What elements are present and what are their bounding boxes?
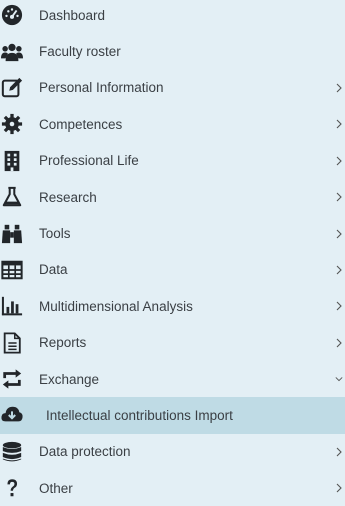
menu-item-label: Data protection	[39, 444, 131, 460]
chevron-right-icon	[335, 336, 343, 350]
menu-item-label: Professional Life	[39, 153, 139, 169]
menu-item-competences[interactable]: Competences	[0, 106, 345, 142]
menu-item-label: Personal Information	[39, 80, 164, 96]
menu-item-label: Dashboard	[39, 7, 106, 23]
database-icon	[0, 440, 24, 464]
chevron-right-icon	[335, 81, 343, 95]
menu-item-personal-information[interactable]: Personal Information	[0, 70, 345, 106]
menu-item-research[interactable]: Research	[0, 179, 345, 215]
menu-item-label: Faculty roster	[39, 44, 121, 60]
menu-item-label: Data	[39, 262, 68, 278]
flask-icon	[0, 185, 24, 209]
menu-item-dashboard[interactable]: Dashboard	[0, 0, 345, 33]
menu-item-exchange[interactable]: Exchange	[0, 361, 345, 397]
cloud-download-icon	[0, 403, 24, 427]
chevron-right-icon	[335, 299, 343, 313]
menu-item-reports[interactable]: Reports	[0, 325, 345, 361]
bar-chart-icon	[0, 294, 24, 318]
menu-item-multidimensional-analysis[interactable]: Multidimensional Analysis	[0, 288, 345, 324]
menu-item-data[interactable]: Data	[0, 252, 345, 288]
chevron-right-icon	[335, 481, 343, 495]
menu-item-label: Reports	[39, 335, 87, 351]
menu-item-label: Multidimensional Analysis	[39, 298, 193, 314]
users-icon	[0, 40, 24, 64]
chevron-right-icon	[335, 263, 343, 277]
chevron-down-icon	[335, 372, 343, 386]
chevron-right-icon	[335, 154, 343, 168]
chevron-right-icon	[335, 117, 343, 131]
menu-item-label: Tools	[39, 226, 71, 242]
chevron-right-icon	[335, 227, 343, 241]
building-icon	[0, 149, 24, 173]
gear-icon	[0, 112, 24, 136]
menu-item-intellectual-contributions-import[interactable]: Intellectual contributions Import	[0, 397, 345, 434]
chevron-right-icon	[335, 190, 343, 204]
question-icon	[0, 476, 24, 500]
menu-item-professional-life[interactable]: Professional Life	[0, 143, 345, 179]
menu-item-other[interactable]: Other	[0, 470, 345, 506]
edit-icon	[0, 76, 24, 100]
document-icon	[0, 331, 24, 355]
chevron-right-icon	[335, 445, 343, 459]
dashboard-icon	[0, 3, 24, 27]
binoculars-icon	[0, 222, 24, 246]
sidebar-menu: Dashboard Faculty roster Personal Inform…	[0, 0, 345, 497]
exchange-icon	[0, 367, 24, 391]
menu-item-label: Research	[39, 189, 97, 205]
menu-item-label: Competences	[39, 116, 123, 132]
table-icon	[0, 258, 24, 282]
menu-item-label: Exchange	[39, 371, 100, 387]
menu-item-faculty-roster[interactable]: Faculty roster	[0, 33, 345, 69]
menu-item-data-protection[interactable]: Data protection	[0, 434, 345, 470]
menu-item-tools[interactable]: Tools	[0, 215, 345, 251]
menu-item-label: Intellectual contributions Import	[46, 407, 233, 423]
